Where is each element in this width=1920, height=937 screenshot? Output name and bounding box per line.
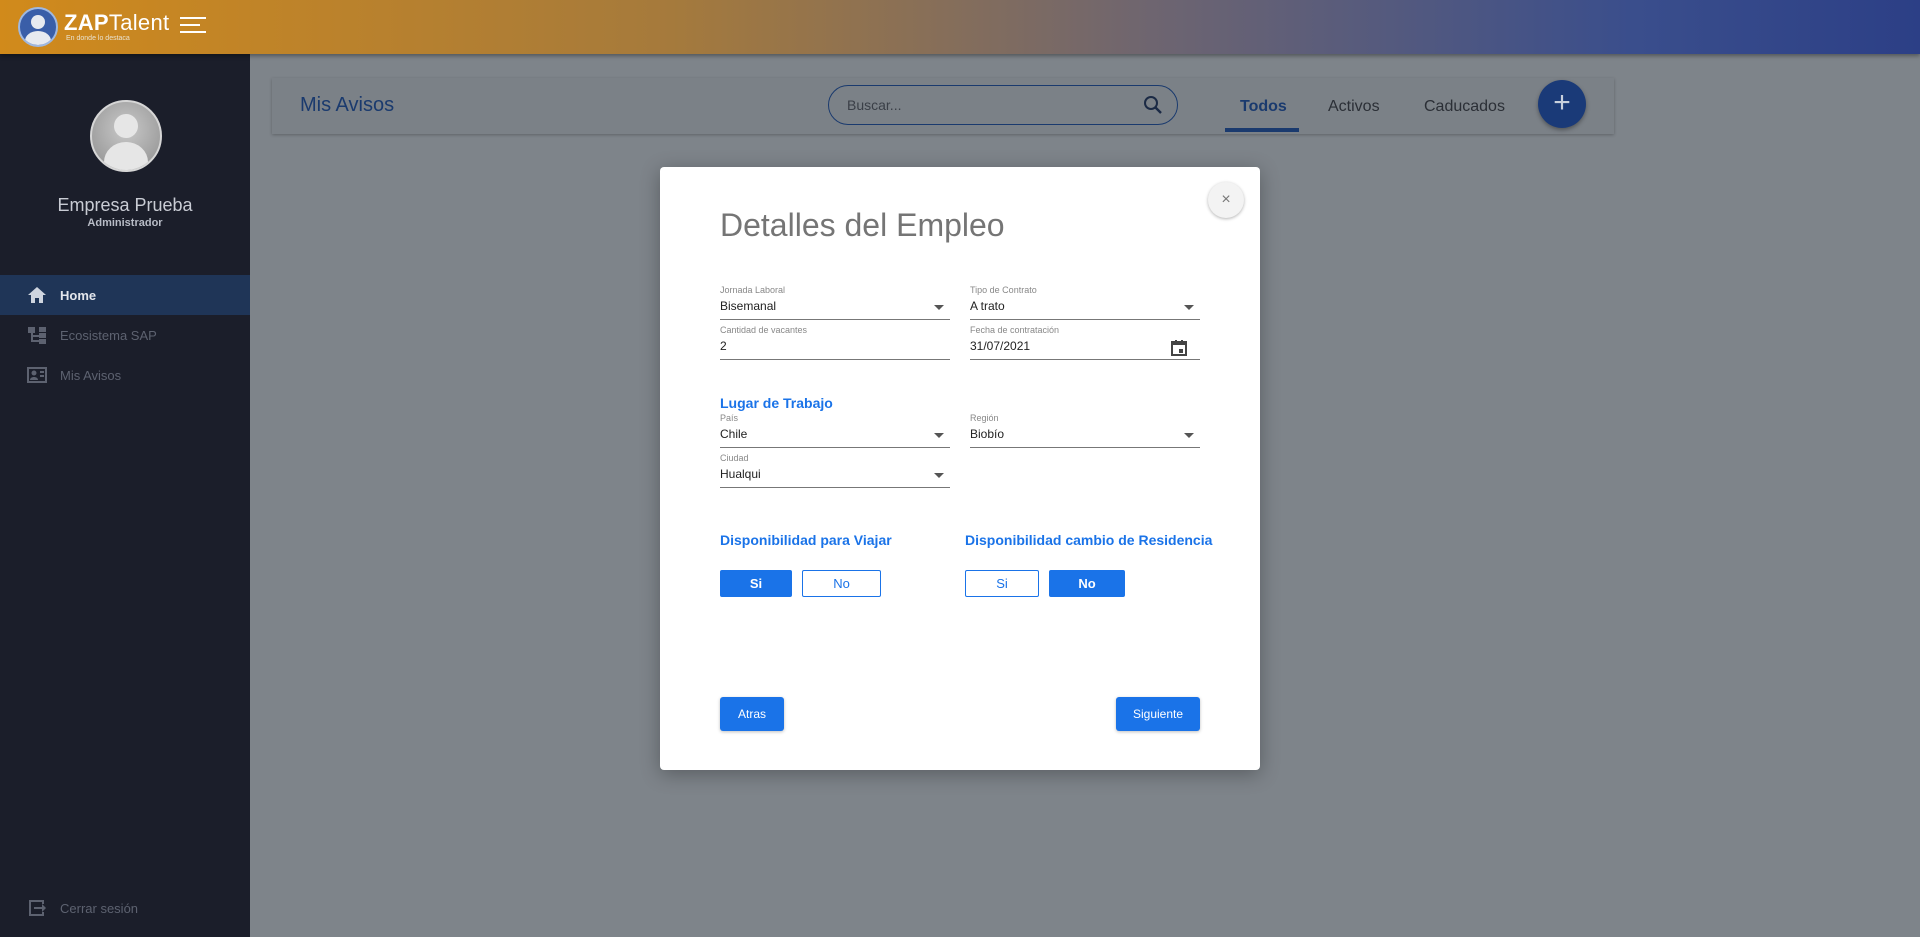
- sidebar: Empresa Prueba Administrador Home Ecosis…: [0, 54, 250, 937]
- chevron-down-icon: [1184, 305, 1194, 310]
- close-icon[interactable]: ×: [1208, 182, 1244, 218]
- logo-name: ZAPTalent: [64, 9, 170, 35]
- user-role: Administrador: [87, 217, 163, 229]
- header-card: Mis Avisos Buscar... Todos Activos Caduc…: [272, 78, 1614, 134]
- field-underline: [970, 447, 1200, 448]
- logo[interactable]: ZAPTalent En donde lo destaca: [18, 6, 169, 48]
- field-label: Cantidad de vacantes: [720, 325, 808, 335]
- logo-text: ZAPTalent En donde lo destaca: [64, 9, 170, 43]
- field-value: A trato: [970, 299, 1005, 313]
- viajar-no-button[interactable]: No: [802, 570, 881, 597]
- tree-icon: [26, 326, 48, 344]
- hamburger-menu-icon[interactable]: [180, 17, 206, 37]
- field-value: Hualqui: [720, 467, 761, 481]
- tab-caducados[interactable]: Caducados: [1424, 98, 1505, 116]
- tab-activos[interactable]: Activos: [1328, 98, 1380, 116]
- field-underline: [970, 319, 1200, 320]
- add-aviso-button[interactable]: +: [1538, 80, 1586, 128]
- field-value: 2: [720, 339, 727, 353]
- search-input[interactable]: Buscar...: [828, 85, 1178, 125]
- back-button[interactable]: Atras: [720, 697, 784, 731]
- field-value: Bisemanal: [720, 299, 777, 313]
- logo-tagline: En donde lo destaca: [66, 34, 130, 42]
- id-card-icon: [26, 366, 48, 384]
- field-underline: [720, 359, 950, 360]
- chevron-down-icon: [1184, 433, 1194, 438]
- viajar-si-button[interactable]: Si: [720, 570, 792, 597]
- next-button[interactable]: Siguiente: [1116, 697, 1200, 731]
- calendar-icon[interactable]: [1170, 339, 1188, 357]
- top-bar: ZAPTalent En donde lo destaca: [0, 0, 1920, 54]
- field-label: Fecha de contratación: [970, 325, 1060, 335]
- logo-avatar-icon: [18, 7, 58, 47]
- chevron-down-icon: [934, 305, 944, 310]
- field-label: Ciudad: [720, 453, 749, 463]
- disponibilidad-residencia-heading: Disponibilidad cambio de Residencia: [965, 532, 1213, 548]
- disponibilidad-viajar-heading: Disponibilidad para Viajar: [720, 532, 892, 548]
- tab-active-indicator: [1225, 128, 1299, 132]
- job-details-modal: × Detalles del Empleo Jornada Laboral Bi…: [660, 167, 1260, 770]
- company-name: Empresa Prueba: [57, 195, 193, 215]
- search-icon[interactable]: [1143, 95, 1163, 115]
- residencia-no-button[interactable]: No: [1049, 570, 1125, 597]
- chevron-down-icon: [934, 433, 944, 438]
- field-label: País: [720, 413, 739, 423]
- logo-name-thin: Talent: [108, 9, 170, 35]
- sidebar-item-ecosistema-sap[interactable]: Ecosistema SAP: [0, 315, 250, 355]
- field-label: Tipo de Contrato: [970, 285, 1037, 295]
- logout-label: Cerrar sesión: [60, 900, 139, 916]
- sidebar-item-label: Home: [60, 287, 97, 303]
- logout-button[interactable]: Cerrar sesión: [0, 888, 250, 928]
- chevron-down-icon: [934, 473, 944, 478]
- home-icon: [26, 286, 48, 304]
- field-underline: [720, 319, 950, 320]
- logo-name-bold: ZAP: [64, 9, 109, 35]
- avatar[interactable]: [90, 100, 162, 172]
- sidebar-item-label: Mis Avisos: [60, 367, 122, 383]
- field-value: Biobío: [970, 427, 1005, 441]
- field-underline: [720, 487, 950, 488]
- lugar-trabajo-heading: Lugar de Trabajo: [720, 395, 833, 411]
- field-value: Chile: [720, 427, 748, 441]
- sidebar-item-mis-avisos[interactable]: Mis Avisos: [0, 355, 250, 395]
- field-label: Jornada Laboral: [720, 285, 786, 295]
- modal-title: Detalles del Empleo: [720, 207, 1005, 243]
- logout-icon: [26, 899, 48, 917]
- page-title: Mis Avisos: [300, 94, 395, 116]
- residencia-si-button[interactable]: Si: [965, 570, 1039, 597]
- tab-todos[interactable]: Todos: [1240, 98, 1287, 116]
- field-label: Región: [970, 413, 999, 423]
- sidebar-item-label: Ecosistema SAP: [60, 327, 157, 343]
- search-placeholder: Buscar...: [847, 97, 902, 113]
- field-value: 31/07/2021: [970, 339, 1031, 353]
- field-underline: [970, 359, 1200, 360]
- sidebar-item-home[interactable]: Home: [0, 275, 250, 315]
- field-underline: [720, 447, 950, 448]
